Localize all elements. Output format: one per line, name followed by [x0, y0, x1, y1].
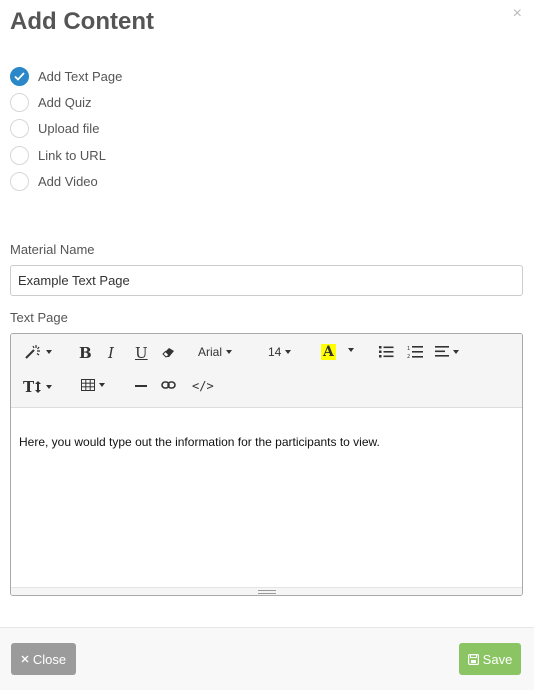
content-type-options: Add Text Page Add Quiz Upload file Link … — [10, 63, 122, 194]
option-add-text-page[interactable]: Add Text Page — [10, 63, 122, 89]
save-icon — [467, 653, 479, 665]
editor-resize-handle[interactable] — [11, 587, 522, 595]
option-upload-file[interactable]: Upload file — [10, 116, 122, 142]
magic-wand-icon[interactable] — [24, 344, 52, 360]
bold-icon[interactable]: B — [79, 344, 92, 362]
svg-text:1: 1 — [407, 346, 410, 352]
radio-upload-file[interactable] — [10, 119, 29, 139]
horizontal-rule-icon[interactable] — [135, 385, 147, 387]
save-button-label: Save — [482, 651, 513, 667]
table-icon[interactable] — [81, 379, 105, 391]
checkmark-icon — [14, 72, 25, 81]
code-view-label: </> — [192, 379, 214, 393]
radio-link-to-url[interactable] — [10, 145, 29, 165]
save-button[interactable]: Save — [459, 643, 521, 675]
font-size-value: 14 — [268, 345, 282, 359]
editor-toolbar: B I U Arial 14 A 12 T </> — [11, 334, 522, 408]
close-icon[interactable]: × — [513, 6, 522, 22]
option-label: Add Video — [38, 173, 98, 189]
font-family-value: Arial — [198, 345, 223, 359]
align-icon[interactable] — [435, 346, 459, 357]
radio-add-video[interactable] — [10, 171, 29, 191]
editor-content[interactable]: Here, you would type out the information… — [11, 408, 522, 588]
font-size-select[interactable]: 14 — [268, 345, 292, 359]
close-button-label: Close — [32, 651, 67, 667]
option-label: Upload file — [38, 121, 100, 137]
font-color-icon[interactable]: A — [321, 344, 336, 360]
option-add-video[interactable]: Add Video — [10, 168, 122, 194]
rich-text-editor: B I U Arial 14 A 12 T </> Here, you woul… — [10, 333, 523, 596]
option-label: Add Quiz — [38, 94, 92, 110]
material-name-label: Material Name — [10, 242, 95, 257]
svg-text:2: 2 — [407, 354, 410, 359]
eraser-icon[interactable] — [162, 347, 175, 358]
text-height-icon[interactable]: T — [23, 378, 53, 396]
font-color-dropdown[interactable] — [348, 348, 354, 352]
code-view-icon[interactable]: </> — [192, 379, 214, 393]
bullet-list-icon[interactable] — [379, 346, 394, 358]
option-add-quiz[interactable]: Add Quiz — [10, 89, 122, 115]
italic-icon[interactable]: I — [108, 344, 114, 362]
modal-footer: Close Save — [0, 627, 534, 690]
material-name-input[interactable] — [10, 265, 523, 296]
numbered-list-icon[interactable]: 12 — [407, 345, 423, 359]
font-family-select[interactable]: Arial — [198, 345, 233, 359]
radio-add-text-page[interactable] — [10, 66, 29, 86]
option-label: Link to URL — [38, 147, 106, 163]
option-label: Add Text Page — [38, 68, 123, 84]
modal-title: Add Content — [10, 8, 154, 35]
underline-icon[interactable]: U — [135, 344, 148, 362]
close-button[interactable]: Close — [11, 643, 76, 675]
close-x-icon — [21, 655, 29, 663]
radio-add-quiz[interactable] — [10, 92, 29, 112]
link-icon[interactable] — [161, 379, 176, 391]
option-link-to-url[interactable]: Link to URL — [10, 142, 122, 168]
text-page-label: Text Page — [10, 310, 68, 325]
